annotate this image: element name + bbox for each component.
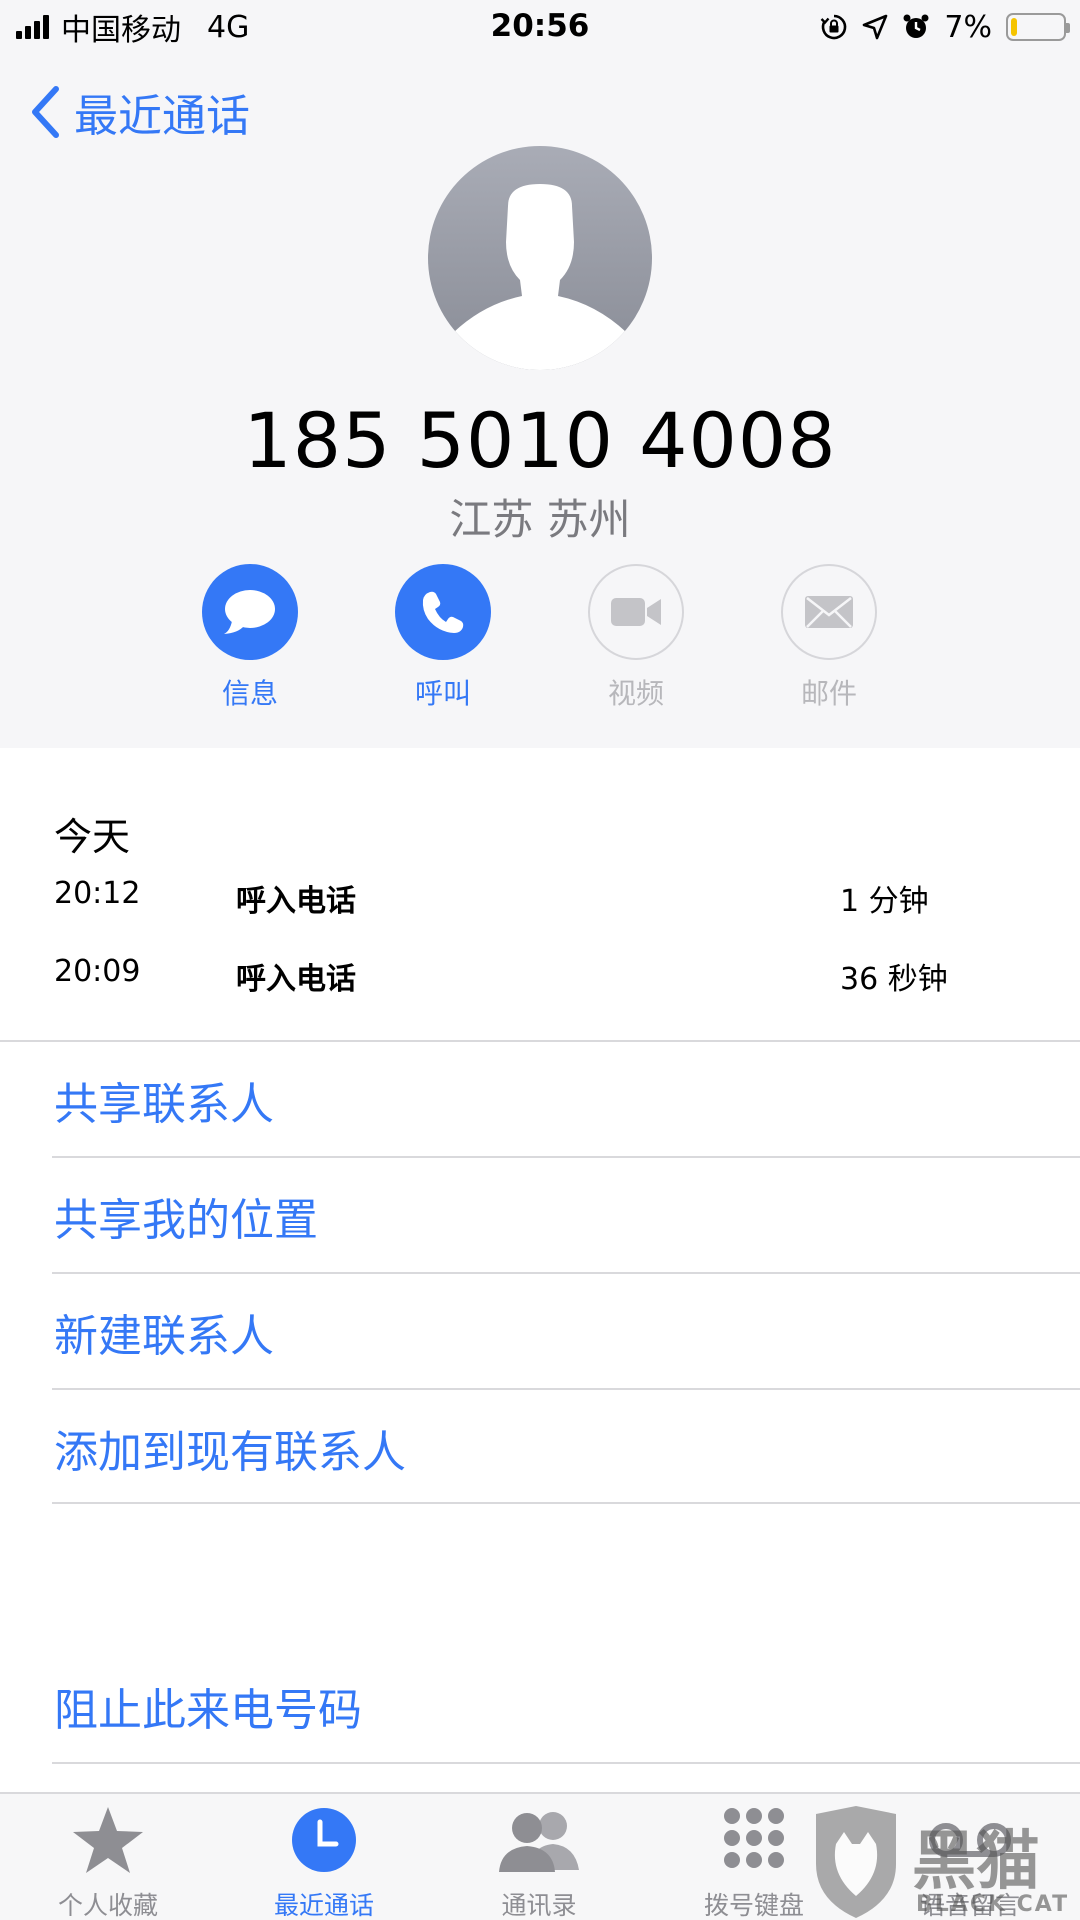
- tab-icon-wrap: [234, 1804, 414, 1876]
- star-icon: [73, 1807, 143, 1873]
- alarm-icon: [903, 14, 929, 38]
- status-right: 7%: [820, 9, 1070, 45]
- action-label: 邮件: [800, 677, 857, 710]
- add-to-existing-contact-option[interactable]: 添加到现有联系人: [54, 1390, 1080, 1506]
- call-time: 20:12: [54, 876, 141, 911]
- contacts-icon: [499, 1812, 579, 1872]
- status-bar: 中国移动 4G 20:56 7%: [0, 0, 1080, 54]
- tab-voicemail[interactable]: 语音留言: [880, 1804, 1060, 1920]
- action-label: 视频: [607, 677, 664, 710]
- phone-icon: [422, 591, 464, 633]
- call-row: 20:12 呼入电话 1 分钟: [54, 876, 1054, 926]
- tab-label: 拨号键盘: [703, 1891, 804, 1920]
- tab-icon-wrap: [449, 1804, 629, 1876]
- call-time: 20:09: [54, 954, 141, 989]
- battery-percent: 7%: [944, 9, 992, 45]
- tab-icon-wrap: [664, 1804, 844, 1876]
- call-history: 今天 20:12 呼入电话 1 分钟 20:09 呼入电话 36 秒钟: [0, 748, 1080, 1040]
- video-action-circle: [588, 564, 684, 660]
- tab-bar: 个人收藏 最近通话 通讯录 拨号键盘 语音留言: [0, 1792, 1080, 1920]
- option-divider: [52, 1502, 1080, 1504]
- share-contact-option[interactable]: 共享联系人: [54, 1042, 1080, 1158]
- tab-icon-wrap: [880, 1804, 1060, 1876]
- rotation-lock-icon: [821, 14, 847, 40]
- battery-level-fill: [1011, 18, 1017, 36]
- caller-location: 江苏 苏州: [449, 495, 631, 544]
- tab-label: 语音留言: [919, 1891, 1020, 1920]
- tab-label: 通讯录: [501, 1891, 577, 1920]
- contact-avatar: [428, 146, 652, 370]
- tab-contacts[interactable]: 通讯录: [449, 1804, 629, 1920]
- back-label: 最近通话: [74, 91, 250, 142]
- option-divider: [52, 1762, 1080, 1764]
- history-date: 今天: [54, 815, 131, 859]
- message-action-button[interactable]: 信息: [180, 564, 320, 712]
- option-label: 共享我的位置: [54, 1195, 318, 1246]
- call-kind: 呼入电话: [236, 884, 356, 919]
- new-contact-option[interactable]: 新建联系人: [54, 1274, 1080, 1390]
- call-kind: 呼入电话: [236, 962, 356, 997]
- option-label: 共享联系人: [54, 1079, 274, 1130]
- call-row: 20:09 呼入电话 36 秒钟: [54, 954, 1054, 1004]
- share-location-option[interactable]: 共享我的位置: [54, 1158, 1080, 1274]
- option-label: 阻止此来电号码: [54, 1685, 362, 1736]
- voicemail-icon: [929, 1823, 1011, 1857]
- phone-screen: 中国移动 4G 20:56 7% 最近通话 185 5010 4008 江苏 苏…: [0, 0, 1080, 1920]
- tab-icon-wrap: [18, 1804, 198, 1876]
- contact-actions: 信息 呼叫 视频 邮件: [0, 564, 1080, 714]
- action-label: 呼叫: [414, 677, 471, 710]
- phone-number: 185 5010 4008: [243, 396, 837, 485]
- call-action-button[interactable]: 呼叫: [373, 564, 513, 712]
- call-duration: 36 秒钟: [840, 962, 948, 997]
- video-action-button[interactable]: 视频: [566, 564, 706, 712]
- message-action-circle: [202, 564, 298, 660]
- mail-action-button[interactable]: 邮件: [759, 564, 899, 712]
- clock-icon: [292, 1808, 356, 1872]
- tab-keypad[interactable]: 拨号键盘: [664, 1804, 844, 1920]
- tab-label: 个人收藏: [57, 1891, 158, 1920]
- chevron-left-icon: [32, 86, 59, 138]
- envelope-icon: [805, 596, 853, 628]
- block-caller-option[interactable]: 阻止此来电号码: [54, 1648, 1080, 1764]
- message-bubble-icon: [224, 590, 275, 634]
- person-silhouette-icon: [442, 184, 638, 370]
- video-camera-icon: [611, 598, 661, 626]
- option-label: 新建联系人: [54, 1311, 274, 1362]
- location-arrow-icon: [863, 14, 888, 40]
- call-duration: 1 分钟: [840, 884, 929, 919]
- tab-label: 最近通话: [273, 1891, 374, 1920]
- option-label: 添加到现有联系人: [54, 1427, 406, 1478]
- action-label: 信息: [221, 677, 278, 710]
- call-action-circle: [395, 564, 491, 660]
- back-button[interactable]: 最近通话: [30, 80, 250, 144]
- tab-recents[interactable]: 最近通话: [234, 1804, 414, 1920]
- keypad-icon: [724, 1808, 784, 1868]
- tab-favorites[interactable]: 个人收藏: [18, 1804, 198, 1920]
- battery-icon: [1006, 13, 1070, 41]
- mail-action-circle: [781, 564, 877, 660]
